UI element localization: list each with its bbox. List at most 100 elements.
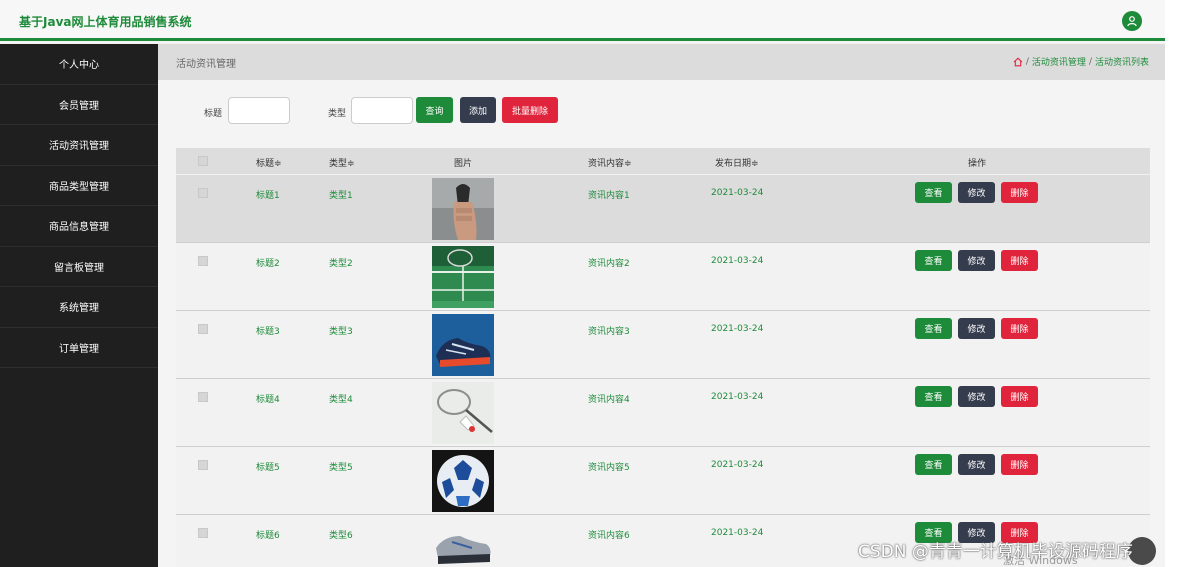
view-button[interactable]: 查看 — [915, 182, 952, 203]
row-title: 标题2 — [256, 259, 280, 269]
edit-button[interactable]: 修改 — [958, 250, 995, 271]
sidebar-item-orders[interactable]: 订单管理 — [0, 328, 158, 368]
breadcrumb-item-news[interactable]: 活动资讯管理 — [1032, 55, 1086, 68]
sidebar-item-label: 商品信息管理 — [49, 222, 109, 234]
view-button[interactable]: 查看 — [915, 318, 952, 339]
edit-button[interactable]: 修改 — [958, 454, 995, 475]
badminton-court-image — [432, 246, 494, 308]
row-type: 类型6 — [329, 531, 353, 541]
table-header: 标题≑ 类型≑ 图片 资讯内容≑ 发布日期≑ 操作 — [176, 148, 1150, 174]
running-shoe-image — [432, 518, 494, 567]
query-button[interactable]: 查询 — [416, 97, 453, 123]
grip-trainer-image — [432, 178, 494, 240]
delete-button[interactable]: 删除 — [1001, 386, 1038, 407]
delete-button[interactable]: 删除 — [1001, 250, 1038, 271]
batch-delete-button[interactable]: 批量删除 — [502, 97, 558, 123]
row-date: 2021-03-24 — [711, 256, 764, 266]
top-bar: 基于Java网上体育用品销售系统 — [0, 0, 1165, 41]
row-type: 类型3 — [329, 327, 353, 337]
sidebar-item-products[interactable]: 商品信息管理 — [0, 206, 158, 247]
select-all-checkbox[interactable] — [198, 156, 208, 166]
sidebar-item-product-types[interactable]: 商品类型管理 — [0, 166, 158, 206]
sidebar-item-message-board[interactable]: 留言板管理 — [0, 247, 158, 287]
sidebar-item-label: 个人中心 — [59, 60, 99, 72]
breadcrumb-separator: / — [1088, 56, 1092, 67]
user-icon — [1127, 16, 1137, 27]
row-content: 资讯内容2 — [588, 259, 630, 269]
row-title: 标题1 — [256, 191, 280, 201]
delete-button[interactable]: 删除 — [1001, 182, 1038, 203]
view-button[interactable]: 查看 — [915, 386, 952, 407]
sidebar-item-label: 订单管理 — [59, 343, 99, 355]
sidebar: 个人中心 会员管理 活动资讯管理 商品类型管理 商品信息管理 留言板管理 系统管… — [0, 44, 158, 567]
row-type: 类型2 — [329, 259, 353, 269]
breadcrumb: / 活动资讯管理 / 活动资讯列表 — [1013, 55, 1149, 68]
row-date: 2021-03-24 — [711, 528, 764, 538]
sidebar-item-news[interactable]: 活动资讯管理 — [0, 125, 158, 166]
table-row[interactable]: 标题3 类型3 资讯内容3 2021-03-24 查看 修改 删除 — [176, 311, 1150, 379]
app-title: 基于Java网上体育用品销售系统 — [19, 15, 192, 29]
row-title: 标题4 — [256, 395, 280, 405]
row-title: 标题5 — [256, 463, 280, 473]
filter-bar: 标题 类型 查询 添加 批量删除 — [158, 80, 1165, 146]
soccer-ball-image — [432, 450, 494, 512]
row-checkbox[interactable] — [198, 324, 208, 334]
column-header-type[interactable]: 类型≑ — [329, 156, 355, 169]
page-title: 活动资讯管理 — [176, 59, 236, 70]
row-type: 类型1 — [329, 191, 353, 201]
table-row[interactable]: 标题5 类型5 资讯内容5 2021-03-24 查看 修改 删除 — [176, 447, 1150, 515]
row-checkbox[interactable] — [198, 460, 208, 470]
row-date: 2021-03-24 — [711, 188, 764, 198]
table-row[interactable]: 标题4 类型4 资讯内容4 2021-03-24 查看 修改 删除 — [176, 379, 1150, 447]
sidebar-item-personal-center[interactable]: 个人中心 — [0, 44, 158, 85]
row-title: 标题3 — [256, 327, 280, 337]
delete-button[interactable]: 删除 — [1001, 454, 1038, 475]
column-header-actions: 操作 — [968, 159, 987, 169]
table-row[interactable]: 标题2 类型2 资讯内容2 2021-03-24 查看 修改 删除 — [176, 243, 1150, 311]
column-header-date[interactable]: 发布日期≑ — [715, 156, 759, 169]
edit-button[interactable]: 修改 — [958, 182, 995, 203]
user-avatar[interactable] — [1122, 11, 1142, 31]
table-row[interactable]: 标题1 类型1 资讯内容1 2021-03-24 查看 修改 删除 — [176, 175, 1150, 243]
type-filter-input[interactable] — [351, 97, 413, 124]
edit-button[interactable]: 修改 — [958, 386, 995, 407]
sidebar-item-system[interactable]: 系统管理 — [0, 287, 158, 328]
add-button[interactable]: 添加 — [460, 97, 496, 123]
edit-button[interactable]: 修改 — [958, 318, 995, 339]
row-content: 资讯内容4 — [588, 395, 630, 405]
sidebar-item-label: 留言板管理 — [54, 262, 104, 274]
csdn-watermark: CSDN @青青一计算机毕设源码程序 — [858, 542, 1133, 562]
title-filter-label: 标题 — [204, 109, 223, 119]
title-filter-input[interactable] — [228, 97, 290, 124]
row-checkbox[interactable] — [198, 392, 208, 402]
row-content: 资讯内容6 — [588, 531, 630, 541]
type-filter-label: 类型 — [328, 109, 347, 119]
blue-sneaker-image — [432, 314, 494, 376]
view-button[interactable]: 查看 — [915, 250, 952, 271]
sidebar-item-label: 会员管理 — [59, 100, 99, 112]
row-date: 2021-03-24 — [711, 324, 764, 334]
column-header-content[interactable]: 资讯内容≑ — [588, 156, 632, 169]
content-header: 活动资讯管理 / 活动资讯管理 / 活动资讯列表 — [158, 44, 1165, 80]
view-button[interactable]: 查看 — [915, 454, 952, 475]
news-table: 标题≑ 类型≑ 图片 资讯内容≑ 发布日期≑ 操作 标题1 类型1 资讯内容1 … — [176, 148, 1150, 567]
breadcrumb-separator: / — [1025, 56, 1029, 67]
row-checkbox[interactable] — [198, 188, 208, 198]
delete-button[interactable]: 删除 — [1001, 318, 1038, 339]
column-header-title[interactable]: 标题≑ — [256, 156, 282, 169]
row-content: 资讯内容1 — [588, 191, 630, 201]
row-content: 资讯内容3 — [588, 327, 630, 337]
row-date: 2021-03-24 — [711, 460, 764, 470]
app-frame: 基于Java网上体育用品销售系统 个人中心 会员管理 活动资讯管理 商品类型管理… — [0, 0, 1165, 567]
sidebar-item-label: 系统管理 — [59, 303, 99, 315]
row-type: 类型4 — [329, 395, 353, 405]
row-checkbox[interactable] — [198, 528, 208, 538]
sidebar-item-label: 商品类型管理 — [49, 181, 109, 193]
sidebar-item-members[interactable]: 会员管理 — [0, 85, 158, 125]
home-icon[interactable] — [1013, 57, 1023, 67]
row-checkbox[interactable] — [198, 256, 208, 266]
badminton-racket-image — [432, 382, 494, 444]
row-type: 类型5 — [329, 463, 353, 473]
row-date: 2021-03-24 — [711, 392, 764, 402]
row-title: 标题6 — [256, 531, 280, 541]
